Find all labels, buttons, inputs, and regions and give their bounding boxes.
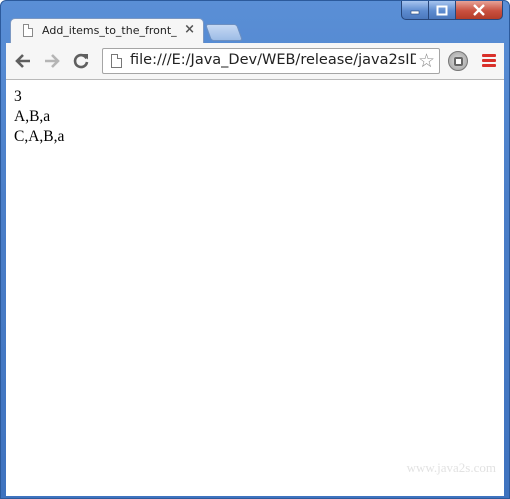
reload-icon <box>73 53 89 69</box>
tab-active[interactable]: Add_items_to_the_front_o × <box>10 18 204 44</box>
back-button[interactable] <box>12 50 34 72</box>
extension-icon[interactable] <box>448 51 468 71</box>
browser-window: Add_items_to_the_front_o × file:///E:/Ja… <box>0 0 510 499</box>
address-bar[interactable]: file:///E:/Java_Dev/WEB/release/java2sID… <box>102 48 440 74</box>
page-icon <box>111 54 122 68</box>
output-line: C,A,B,a <box>14 128 65 145</box>
watermark: www.java2s.com <box>406 460 496 475</box>
reload-button[interactable] <box>70 50 92 72</box>
minimize-icon <box>410 10 419 15</box>
bookmark-star-icon[interactable]: ☆ <box>418 50 435 72</box>
toolbar: file:///E:/Java_Dev/WEB/release/java2sID… <box>6 43 504 80</box>
tab-title: Add_items_to_the_front_o <box>42 24 177 37</box>
window-controls <box>401 1 503 21</box>
output-line: 3 <box>14 88 22 105</box>
forward-button[interactable] <box>41 50 63 72</box>
close-window-button[interactable] <box>455 1 503 20</box>
tab-close-icon[interactable]: × <box>184 22 195 37</box>
minimize-button[interactable] <box>401 1 428 20</box>
page-icon <box>23 24 33 37</box>
new-tab-button[interactable] <box>204 24 244 41</box>
address-text: file:///E:/Java_Dev/WEB/release/java2sID… <box>130 52 416 68</box>
output-line: A,B,a <box>14 108 51 125</box>
close-icon <box>473 4 485 16</box>
back-arrow-icon <box>15 54 30 68</box>
maximize-icon <box>436 5 448 15</box>
page-content: 3 A,B,a C,A,B,a www.java2s.com <box>6 80 504 496</box>
output-lines: 3 A,B,a C,A,B,a <box>6 80 504 147</box>
menu-button[interactable] <box>482 54 496 68</box>
maximize-button[interactable] <box>428 1 455 20</box>
forward-arrow-icon <box>45 54 60 68</box>
